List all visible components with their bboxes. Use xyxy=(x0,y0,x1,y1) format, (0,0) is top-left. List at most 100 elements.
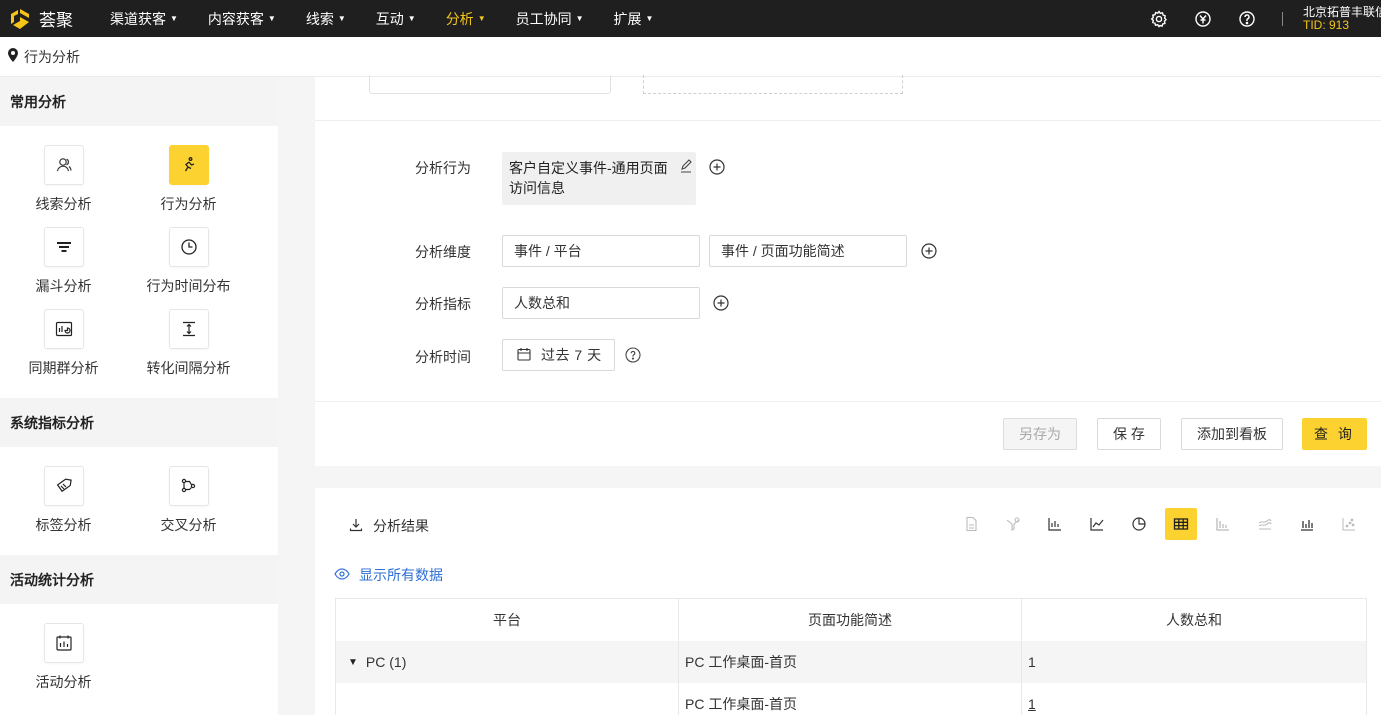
add-behavior-icon[interactable] xyxy=(709,159,725,175)
sidebar-item-activity-analysis[interactable]: 活动分析 xyxy=(1,623,126,692)
caret-down-icon: ▼ xyxy=(337,14,346,23)
nav-item-collab[interactable]: 员工协同 ▼ xyxy=(516,9,584,29)
sidebar-tile-grid: 标签分析 交叉分析 xyxy=(0,447,278,543)
behavior-value: 客户自定义事件-通用页面访问信息 xyxy=(509,160,668,196)
table-cell: 1 xyxy=(1022,641,1366,683)
table-icon[interactable] xyxy=(1165,508,1197,540)
drop-zone xyxy=(643,75,903,94)
breadcrumb: 行为分析 xyxy=(0,37,1381,77)
cell-count: 1 xyxy=(1028,654,1036,670)
chart-type-toolbar xyxy=(955,508,1375,540)
behavior-selector[interactable]: 客户自定义事件-通用页面访问信息 xyxy=(502,152,696,205)
save-button[interactable]: 保 存 xyxy=(1097,418,1161,450)
date-range-value: 过去 7 天 xyxy=(541,347,602,363)
sidebar-tile-grid: 线索分析 行为分析 漏斗分析 行为时间分布 同期群分析 转化间隔分析 xyxy=(0,126,278,386)
sidebar-item-label: 转化间隔分析 xyxy=(146,360,231,376)
stacked-bar-icon[interactable] xyxy=(1207,508,1239,540)
behavior-icon xyxy=(168,145,209,185)
divider xyxy=(315,120,1381,121)
grouped-bar-icon[interactable] xyxy=(1291,508,1323,540)
sidebar-item-label: 漏斗分析 xyxy=(35,278,92,294)
cell-platform: PC (1) xyxy=(365,654,407,670)
sidebar-item-label: 交叉分析 xyxy=(160,517,217,533)
add-metric-icon[interactable] xyxy=(713,295,729,311)
cross-icon xyxy=(168,466,209,506)
calendar-icon xyxy=(43,623,84,663)
show-all-data-link[interactable]: 显示所有数据 xyxy=(334,565,443,585)
sidebar-item-label: 线索分析 xyxy=(35,196,92,212)
column-header-page[interactable]: 页面功能简述 xyxy=(679,599,1022,641)
nav-item-leads[interactable]: 线索 ▼ xyxy=(306,9,346,29)
logo-mark-icon xyxy=(9,8,31,30)
column-header-count[interactable]: 人数总和 xyxy=(1022,599,1366,641)
sidebar-item-label: 行为时间分布 xyxy=(146,278,231,294)
cell-page: PC 工作桌面-首页 xyxy=(685,696,797,712)
sidebar-tile-grid: 活动分析 xyxy=(0,604,278,700)
nav-item-channel[interactable]: 渠道获客 ▼ xyxy=(110,9,178,29)
add-to-board-button[interactable]: 添加到看板 xyxy=(1181,418,1283,450)
nav-item-content[interactable]: 内容获客 ▼ xyxy=(208,9,276,29)
location-pin-icon xyxy=(7,48,19,65)
top-nav-bar: 荟聚 渠道获客 ▼ 内容获客 ▼ 线索 ▼ 互动 ▼ 分析 ▼ 员工协同 ▼ 扩展 ▼ 北京拓… xyxy=(0,0,1381,37)
nav-label: 扩展 xyxy=(613,10,642,27)
pie-chart-icon[interactable] xyxy=(1123,508,1155,540)
funnel-chart-icon[interactable] xyxy=(997,508,1029,540)
nav-item-analysis[interactable]: 分析 ▼ xyxy=(446,9,486,29)
scatter-icon[interactable] xyxy=(1333,508,1365,540)
edit-icon[interactable] xyxy=(679,158,693,173)
table-cell: 1 xyxy=(1022,683,1366,715)
sidebar-item-label: 标签分析 xyxy=(35,517,92,533)
dimension-label: 分析维度 xyxy=(415,244,471,260)
sidebar-item-funnel-analysis[interactable]: 漏斗分析 xyxy=(1,227,126,296)
bar-chart-icon[interactable] xyxy=(1039,508,1071,540)
dimension-select-2[interactable]: 事件 / 页面功能简述 xyxy=(709,235,907,267)
column-header-platform[interactable]: 平台 xyxy=(336,599,679,641)
sidebar-item-cross-analysis[interactable]: 交叉分析 xyxy=(126,466,251,535)
nav-right: 北京拓普丰联信 TID: 913 xyxy=(1148,0,1381,37)
table-row: ▼ PC (1) PC 工作桌面-首页 1 xyxy=(336,641,1366,683)
sidebar-item-behavior-analysis[interactable]: 行为分析 xyxy=(126,145,251,214)
download-icon[interactable] xyxy=(349,518,363,535)
query-button[interactable]: 查 询 xyxy=(1302,418,1367,450)
tenant-name: 北京拓普丰联信 xyxy=(1303,5,1381,19)
cohort-icon xyxy=(43,309,84,349)
sidebar-item-time-distribution[interactable]: 行为时间分布 xyxy=(126,227,251,296)
table-cell: PC 工作桌面-首页 xyxy=(679,641,1022,683)
divider xyxy=(315,401,1381,402)
logo-text: 荟聚 xyxy=(39,11,73,30)
tenant-switcher[interactable]: 北京拓普丰联信 TID: 913 xyxy=(1303,6,1381,32)
save-as-button[interactable]: 另存为 xyxy=(1003,418,1077,450)
nav-item-interaction[interactable]: 互动 ▼ xyxy=(376,9,416,29)
cell-count-link[interactable]: 1 xyxy=(1028,696,1036,712)
table-header-row: 平台 页面功能简述 人数总和 xyxy=(336,599,1366,641)
caret-down-icon: ▼ xyxy=(575,14,584,23)
sidebar-item-lead-analysis[interactable]: 线索分析 xyxy=(1,145,126,214)
sidebar-item-interval-analysis[interactable]: 转化间隔分析 xyxy=(126,309,251,378)
sidebar-item-cohort-analysis[interactable]: 同期群分析 xyxy=(1,309,126,378)
settings-icon[interactable] xyxy=(1148,8,1170,30)
dimension-select-1[interactable]: 事件 / 平台 xyxy=(502,235,700,267)
question-icon[interactable] xyxy=(625,347,641,363)
currency-icon[interactable] xyxy=(1192,8,1214,30)
table-cell[interactable]: ▼ PC (1) xyxy=(336,641,679,683)
add-dimension-icon[interactable] xyxy=(921,243,937,259)
sidebar-item-label: 行为分析 xyxy=(160,196,217,212)
cell-page: PC 工作桌面-首页 xyxy=(685,654,797,670)
line-chart-icon[interactable] xyxy=(1081,508,1113,540)
sidebar-item-tag-analysis[interactable]: 标签分析 xyxy=(1,466,126,535)
metric-select[interactable]: 人数总和 xyxy=(502,287,700,319)
date-range-picker[interactable]: 过去 7 天 xyxy=(502,339,615,371)
app-logo[interactable]: 荟聚 xyxy=(9,6,95,31)
nav-label: 渠道获客 xyxy=(110,10,166,27)
interval-icon xyxy=(168,309,209,349)
caret-down-icon: ▼ xyxy=(645,14,654,23)
nav-item-extend[interactable]: 扩展 ▼ xyxy=(614,9,654,29)
caret-down-icon: ▼ xyxy=(407,14,416,23)
area-chart-icon[interactable] xyxy=(1249,508,1281,540)
sidebar-section-title: 常用分析 xyxy=(0,77,278,126)
collapsed-field xyxy=(369,75,611,94)
number-card-icon[interactable] xyxy=(955,508,987,540)
collapse-toggle-icon[interactable]: ▼ xyxy=(348,657,358,668)
caret-down-icon: ▼ xyxy=(477,14,486,23)
help-icon[interactable] xyxy=(1236,8,1258,30)
